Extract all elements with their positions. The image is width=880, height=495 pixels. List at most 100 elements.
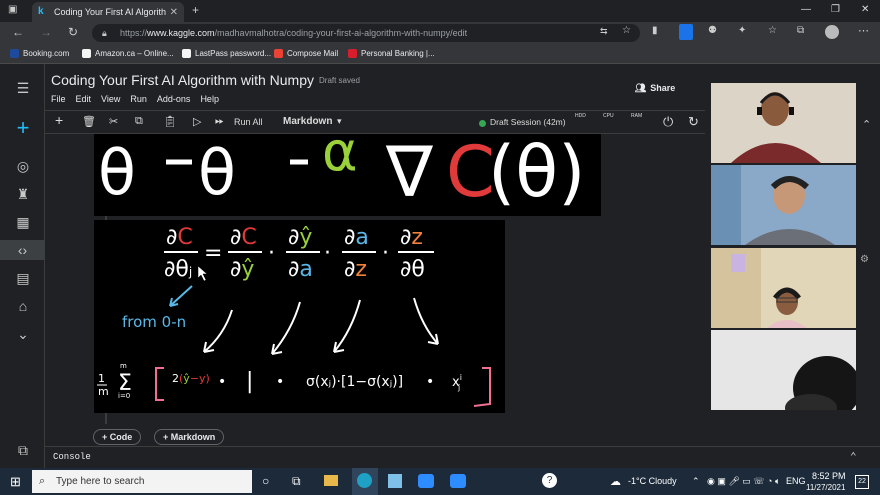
weather-text[interactable]: -1°C Cloudy xyxy=(628,476,677,486)
datasets-table-icon[interactable]: ▦ xyxy=(13,212,33,232)
cell-type-select[interactable]: Markdown xyxy=(283,116,332,127)
browser-tab[interactable]: k Coding Your First AI Algorithm w ✕ xyxy=(32,2,184,22)
zoom-icon[interactable] xyxy=(418,474,434,488)
mouse-cursor-icon xyxy=(197,265,208,282)
run-all-icon[interactable]: ⏩︎ xyxy=(215,115,224,128)
bookmark-personal-banking[interactable]: Personal Banking |... xyxy=(348,49,435,58)
bookmark-compose-mail[interactable]: Compose Mail xyxy=(274,49,338,58)
close-tab-icon[interactable]: ✕ xyxy=(170,7,178,18)
svg-text:•: • xyxy=(276,374,284,390)
chain-rule-drawing: ∂C ∂θj = ∂C ∂ŷ · ∂ŷ ∂a · ∂a ∂z · ∂z ∂θ f… xyxy=(97,225,491,407)
session-status-dot xyxy=(479,120,486,127)
console-bar[interactable]: Console ⌃ xyxy=(45,446,880,468)
add-markdown-label: Markdown xyxy=(170,432,216,442)
bookmark-lastpass[interactable]: LastPass password... xyxy=(182,49,271,58)
windows-start-icon[interactable]: ⊞ xyxy=(10,474,21,490)
favorite-star-icon[interactable]: ☆ xyxy=(622,25,631,36)
forward-icon[interactable]: → xyxy=(40,25,52,39)
gmail-icon xyxy=(274,49,283,58)
restart-icon[interactable]: ↻ xyxy=(688,114,699,130)
zoom-meeting-icon[interactable] xyxy=(450,474,466,488)
notebook-thumbnail-icon[interactable]: ⧉ xyxy=(13,440,33,460)
hdd-meter: HDD xyxy=(575,113,586,119)
cortana-icon[interactable]: ○ xyxy=(262,474,269,488)
discussion-icon[interactable]: ▤ xyxy=(13,268,33,288)
share-button[interactable]: 👥︎ Share xyxy=(625,77,685,99)
extension-icon-2[interactable]: ⚉ xyxy=(708,25,717,36)
create-plus-icon[interactable]: + xyxy=(13,117,33,139)
menu-edit[interactable]: Edit xyxy=(76,94,92,104)
tray-icons[interactable]: ◉ ▣ 🎤︎ ▭ ☏ ◔ 🔈︎ xyxy=(707,476,780,487)
whiteboard-icon[interactable] xyxy=(388,474,402,488)
delete-icon[interactable]: 🗑︎ xyxy=(82,115,96,128)
menu-add-ons[interactable]: Add-ons xyxy=(157,94,191,104)
video-tile-1 xyxy=(711,83,856,163)
console-expand-icon[interactable]: ⌃ xyxy=(850,450,857,464)
trophy-icon[interactable]: ♜ xyxy=(13,184,33,204)
participant-1-video xyxy=(711,83,856,163)
task-view-icon[interactable]: ⧉ xyxy=(292,474,301,489)
run-cell-icon[interactable]: ▷ xyxy=(193,115,201,128)
file-explorer-icon[interactable] xyxy=(324,475,338,486)
reload-icon[interactable]: ↻ xyxy=(68,25,78,39)
settings-gear-icon[interactable]: ⚙ xyxy=(860,254,869,265)
notification-badge[interactable]: 22 xyxy=(855,475,869,489)
add-code-cell-button[interactable]: + Code xyxy=(93,429,142,445)
clock-time[interactable]: 8:52 PM xyxy=(812,471,846,481)
menu-run[interactable]: Run xyxy=(130,94,147,104)
minimize-icon[interactable]: — xyxy=(801,4,811,15)
profile-avatar[interactable] xyxy=(825,25,839,39)
bookmark-amazon[interactable]: Amazon.ca – Online... xyxy=(82,49,174,58)
code-icon[interactable]: ‹› xyxy=(0,240,45,260)
cell-type-dropdown-icon[interactable]: ▾ xyxy=(337,116,342,127)
svg-text:m: m xyxy=(120,362,127,370)
extension-icon[interactable]: ▮ xyxy=(652,25,658,36)
collapse-panel-icon[interactable]: ⌃ xyxy=(862,118,871,131)
bookmark-booking[interactable]: Booking.com xyxy=(10,49,69,58)
menu-file[interactable]: File xyxy=(51,94,66,104)
annotation-arrow xyxy=(169,285,193,307)
sum-expression: 1 m Σ m i=0 2(ŷ−y) • | • σ(xⱼ)·[1−σ(xⱼ)]… xyxy=(97,362,491,407)
menu-view[interactable]: View xyxy=(101,94,120,104)
alpha-symbol: α xyxy=(322,134,358,183)
add-cell-icon[interactable]: + xyxy=(55,112,63,128)
dot-3: · xyxy=(382,241,389,266)
new-tab-icon[interactable]: + xyxy=(192,3,199,17)
session-label[interactable]: Draft Session (42m) xyxy=(490,117,566,127)
chevron-down-icon[interactable]: ⌄ xyxy=(13,324,33,344)
right-bracket xyxy=(473,367,491,407)
more-menu-icon[interactable]: ⋯ xyxy=(858,24,869,37)
term4-den: ∂θ xyxy=(400,257,425,282)
calendar-extension-icon[interactable] xyxy=(679,24,693,40)
back-icon[interactable]: ← xyxy=(12,25,24,39)
taskbar-search[interactable]: ⌕ Type here to search xyxy=(32,470,252,493)
favorites-icon[interactable]: ☆ xyxy=(768,25,777,36)
help-icon[interactable]: ? xyxy=(542,473,557,488)
translate-icon[interactable]: ⇆ xyxy=(600,26,608,37)
restore-icon[interactable]: ❐ xyxy=(831,4,840,15)
power-icon[interactable]: ⏻ xyxy=(663,114,673,130)
compass-icon[interactable]: ◎ xyxy=(13,156,33,176)
clock-date[interactable]: 11/27/2021 xyxy=(806,483,845,492)
notebook-title[interactable]: Coding Your First AI Algorithm with Nump… xyxy=(51,72,314,88)
paste-icon[interactable]: 📋︎ xyxy=(163,115,177,128)
learn-cap-icon[interactable]: ⌂ xyxy=(13,296,33,316)
language-indicator[interactable]: ENG xyxy=(786,476,806,486)
menu-help[interactable]: Help xyxy=(200,94,219,104)
address-row: ← → ↻ 🔒︎ https://www.kaggle.com/madhavma… xyxy=(0,22,880,44)
hamburger-menu-icon[interactable]: ☰ xyxy=(13,78,33,98)
add-code-label: Code xyxy=(109,432,133,442)
collections-icon[interactable]: ⧉ xyxy=(797,25,804,36)
window-menu-icon[interactable]: ▣ xyxy=(8,4,17,15)
address-bar[interactable]: 🔒︎ https://www.kaggle.com/madhavmalhotra… xyxy=(92,24,640,42)
cut-icon[interactable]: ✂ xyxy=(109,115,118,128)
participant-2-video xyxy=(711,165,856,245)
nabla-symbol: ∇ xyxy=(385,134,434,213)
down-arrows xyxy=(203,297,439,355)
close-window-icon[interactable]: ✕ xyxy=(861,4,869,15)
run-all-button[interactable]: Run All xyxy=(234,117,263,127)
add-markdown-cell-button[interactable]: + Markdown xyxy=(154,429,225,445)
tray-chevron-icon[interactable]: ⌃ xyxy=(692,476,700,487)
extensions-puzzle-icon[interactable]: ✦ xyxy=(738,25,746,36)
copy-icon[interactable]: ⧉ xyxy=(135,115,143,128)
